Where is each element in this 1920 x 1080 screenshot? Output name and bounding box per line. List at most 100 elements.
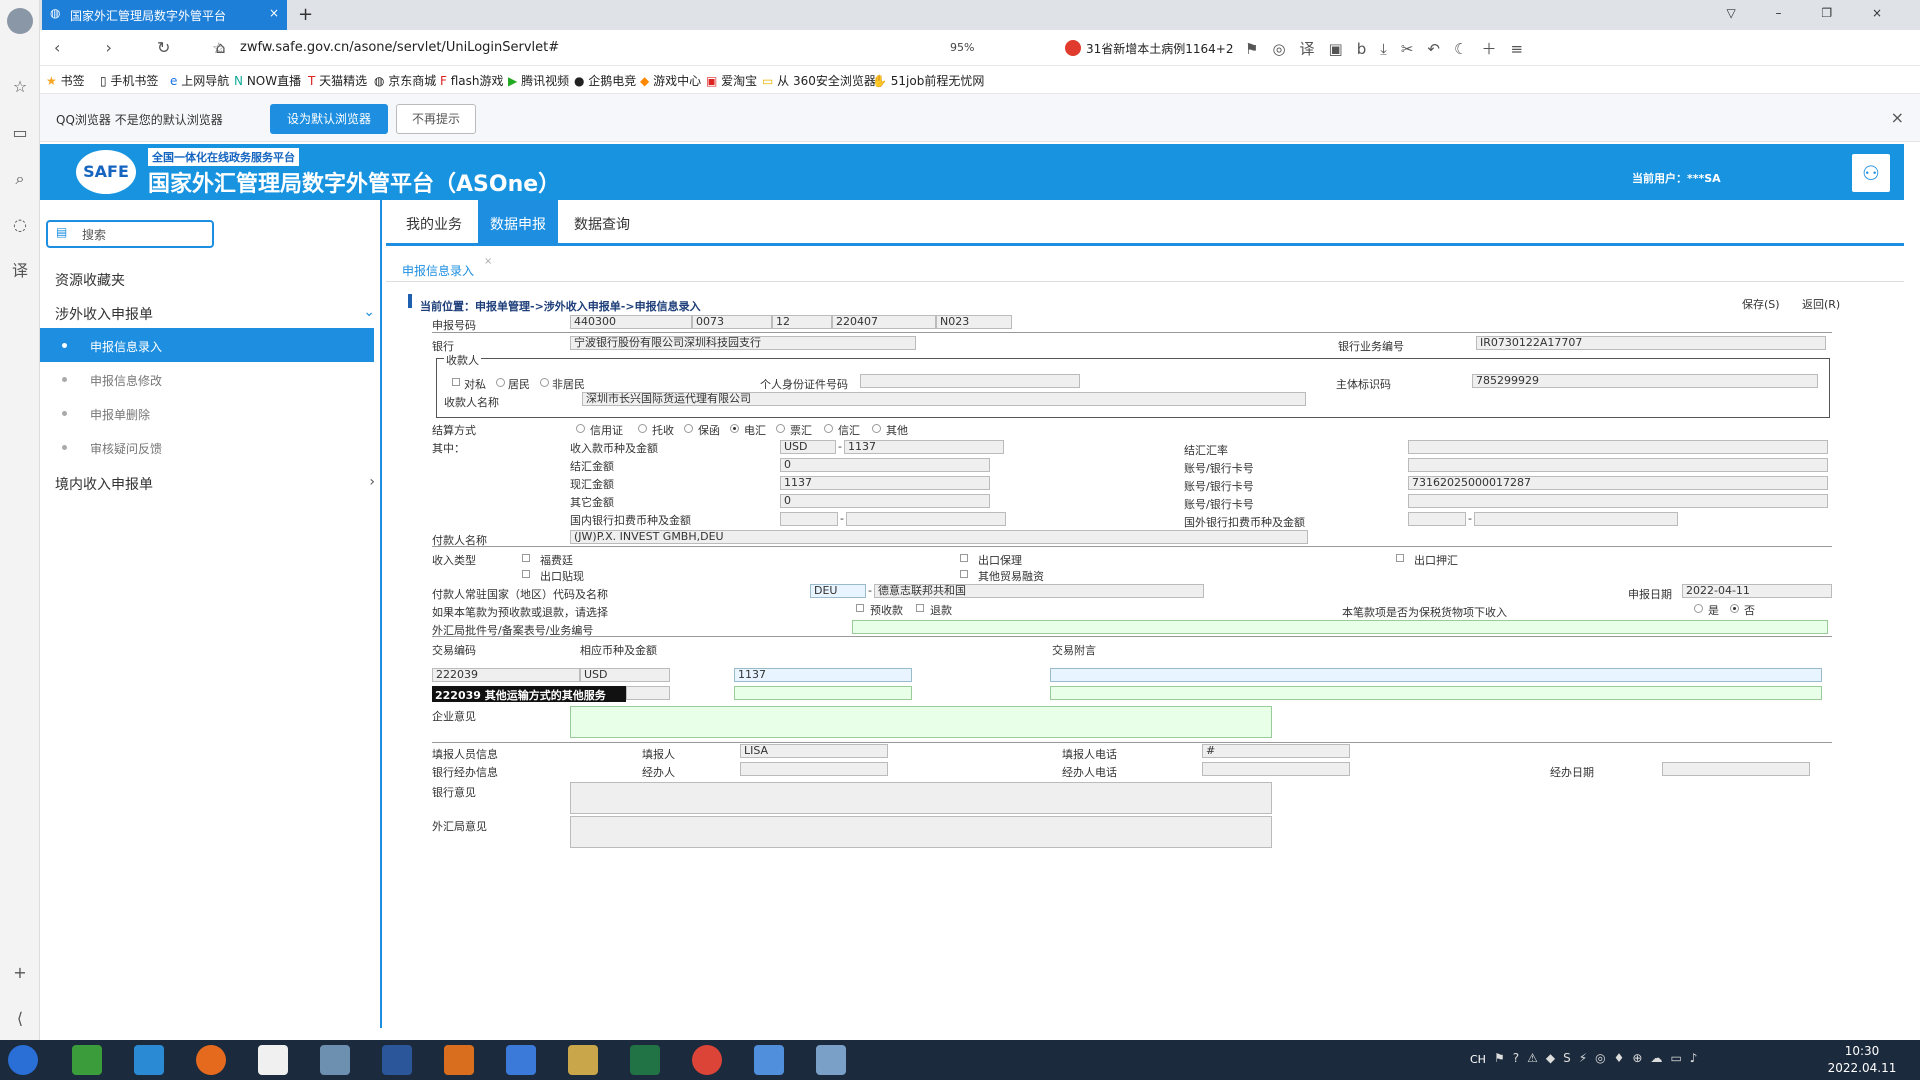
chrome-icon[interactable] <box>692 1045 722 1075</box>
sidebar-item-entry[interactable]: 申报信息录入 <box>40 330 374 362</box>
bookmark-item[interactable]: ◍ 京东商城 <box>374 72 436 89</box>
sidebar-item-feedback[interactable]: 审核疑问反馈 <box>40 432 374 464</box>
dismiss-button[interactable]: 不再提示 <box>396 104 476 134</box>
settle-lc[interactable] <box>576 424 585 433</box>
bank-opinion-field[interactable] <box>570 782 1272 814</box>
settle-tt[interactable] <box>730 424 739 433</box>
excel-icon[interactable] <box>630 1045 660 1075</box>
tx-ccy-field[interactable]: USD <box>580 668 670 682</box>
handler-field[interactable] <box>740 762 888 776</box>
settle-amt-field[interactable]: 0 <box>780 458 990 472</box>
bonded-no-radio[interactable] <box>1730 604 1739 613</box>
country-code-field[interactable]: DEU <box>810 584 866 598</box>
bookmark-star-icon[interactable]: ☆ <box>212 39 225 57</box>
approval-field[interactable] <box>852 620 1828 634</box>
bookmark-item[interactable]: F flash游戏 <box>440 72 504 89</box>
spot-amt-field[interactable]: 1137 <box>780 476 990 490</box>
user-icon[interactable]: ⚇ <box>1852 154 1890 192</box>
sidebar-item-delete[interactable]: 申报单删除 <box>40 398 374 430</box>
close-icon[interactable]: × <box>1891 108 1904 127</box>
clock-date[interactable]: 2022.04.11 <box>1822 1061 1902 1075</box>
tx-amt-field-2[interactable] <box>734 686 912 700</box>
bank-field[interactable]: 宁波银行股份有限公司深圳科技园支行 <box>570 336 916 350</box>
star-icon[interactable]: ☆ <box>9 76 31 98</box>
bookmark-item[interactable]: ▶ 腾讯视频 <box>508 72 569 89</box>
report-no-field[interactable]: N023 <box>936 315 1012 329</box>
safe-opinion-field[interactable] <box>570 816 1272 848</box>
address-bar[interactable]: zwfw.safe.gov.cn/asone/servlet/UniLoginS… <box>240 40 559 55</box>
save-button[interactable]: 保存(S) <box>1742 296 1780 312</box>
bookmark-item[interactable]: ◆ 游戏中心 <box>640 72 701 89</box>
browser-tab[interactable]: ◍ 国家外汇管理局数字外管平台 × <box>42 0 287 30</box>
tx-note-field-2[interactable] <box>1050 686 1822 700</box>
subtab-entry[interactable]: 申报信息录入 <box>402 262 474 279</box>
taskbar-app-icon[interactable] <box>816 1045 846 1075</box>
search-icon[interactable]: ⌕ <box>9 168 31 190</box>
bill-purchase-checkbox[interactable] <box>1396 554 1404 562</box>
clock-time[interactable]: 10:30 <box>1822 1044 1902 1058</box>
taskbar-app-icon[interactable] <box>320 1045 350 1075</box>
bookmark-item[interactable]: ▣ 爱淘宝 <box>706 72 757 89</box>
taskbar-app-icon[interactable] <box>134 1045 164 1075</box>
tx-code-field[interactable]: 222039 <box>432 668 580 682</box>
tray-icons[interactable]: ⚑?⚠◆S⚡◎♦⊕☁▭♪ <box>1494 1051 1705 1065</box>
id-field[interactable] <box>860 374 1080 388</box>
sidebar-search[interactable]: ▤ 搜索 <box>46 220 214 248</box>
report-no-field[interactable]: 440300 <box>570 315 692 329</box>
bookmark-item[interactable]: N NOW直播 <box>234 72 301 89</box>
taskbar-app-icon[interactable] <box>444 1045 474 1075</box>
translate-icon[interactable]: 译 <box>9 260 31 282</box>
fx-rate-field[interactable] <box>1408 440 1828 454</box>
tab-data-report[interactable]: 数据申报 <box>478 200 558 243</box>
for-fee-amt[interactable] <box>1474 512 1678 526</box>
avatar[interactable] <box>7 8 33 34</box>
filler-tel-field[interactable]: # <box>1202 744 1350 758</box>
tx-amt-field[interactable]: 1137 <box>734 668 912 682</box>
filler-field[interactable]: LISA <box>740 744 888 758</box>
bonded-yes-radio[interactable] <box>1694 604 1703 613</box>
book-icon[interactable]: ▭ <box>9 122 31 144</box>
recv-ccy-field[interactable]: USD <box>780 440 836 454</box>
tx-ccy-field-2[interactable] <box>626 686 670 700</box>
report-no-field[interactable]: 220407 <box>832 315 936 329</box>
toolbar-icons[interactable]: ⚑◎译▣b⤓✂↶☾＋≡ <box>1245 38 1537 59</box>
entity-field[interactable]: 785299929 <box>1472 374 1818 388</box>
settle-guarantee[interactable] <box>684 424 693 433</box>
tab-my-business[interactable]: 我的业务 <box>394 200 474 243</box>
news-headline[interactable]: 31省新增本土病例1164+2 <box>1086 40 1234 57</box>
report-no-field[interactable]: 0073 <box>692 315 772 329</box>
acct1-field[interactable] <box>1408 458 1828 472</box>
recv-amt-field[interactable]: 1137 <box>844 440 1004 454</box>
other-amt-field[interactable]: 0 <box>780 494 990 508</box>
back-button[interactable]: 返回(R) <box>1802 296 1840 312</box>
payee-type-resident[interactable] <box>496 378 505 387</box>
corp-opinion-field[interactable] <box>570 706 1272 738</box>
bank-biz-field[interactable]: IR0730122A17707 <box>1476 336 1826 350</box>
set-default-button[interactable]: 设为默认浏览器 <box>270 104 388 134</box>
prepay-checkbox[interactable] <box>856 604 864 612</box>
report-no-field[interactable]: 12 <box>772 315 832 329</box>
bookmark-item[interactable]: ▭ 从 360安全浏览器 <box>762 72 876 89</box>
payee-name-field[interactable]: 深圳市长兴国际货运代理有限公司 <box>582 392 1306 406</box>
close-icon[interactable]: × <box>269 6 279 20</box>
new-tab-icon[interactable]: + <box>298 4 313 25</box>
other-finance-checkbox[interactable] <box>960 570 968 578</box>
bookmark-item[interactable]: e 上网导航 <box>170 72 229 89</box>
payee-type-private[interactable] <box>452 378 460 386</box>
taskbar-app-icon[interactable] <box>506 1045 536 1075</box>
zoom-level[interactable]: 95% <box>950 41 974 54</box>
taskbar-app-icon[interactable] <box>196 1045 226 1075</box>
folder-icon[interactable] <box>568 1045 598 1075</box>
payee-type-nonresident[interactable] <box>540 378 549 387</box>
settle-dd[interactable] <box>776 424 785 433</box>
factoring-checkbox[interactable] <box>960 554 968 562</box>
dom-fee-amt[interactable] <box>846 512 1006 526</box>
sidebar-group-domestic[interactable]: 境内收入申报单 › <box>55 474 375 494</box>
acct3-field[interactable] <box>1408 494 1828 508</box>
taskbar-app-icon[interactable] <box>258 1045 288 1075</box>
bookmark-item[interactable]: ★ 书签 <box>46 72 85 89</box>
start-button[interactable] <box>8 1045 38 1075</box>
refund-checkbox[interactable] <box>916 604 924 612</box>
for-fee-ccy[interactable] <box>1408 512 1466 526</box>
settle-collection[interactable] <box>638 424 647 433</box>
